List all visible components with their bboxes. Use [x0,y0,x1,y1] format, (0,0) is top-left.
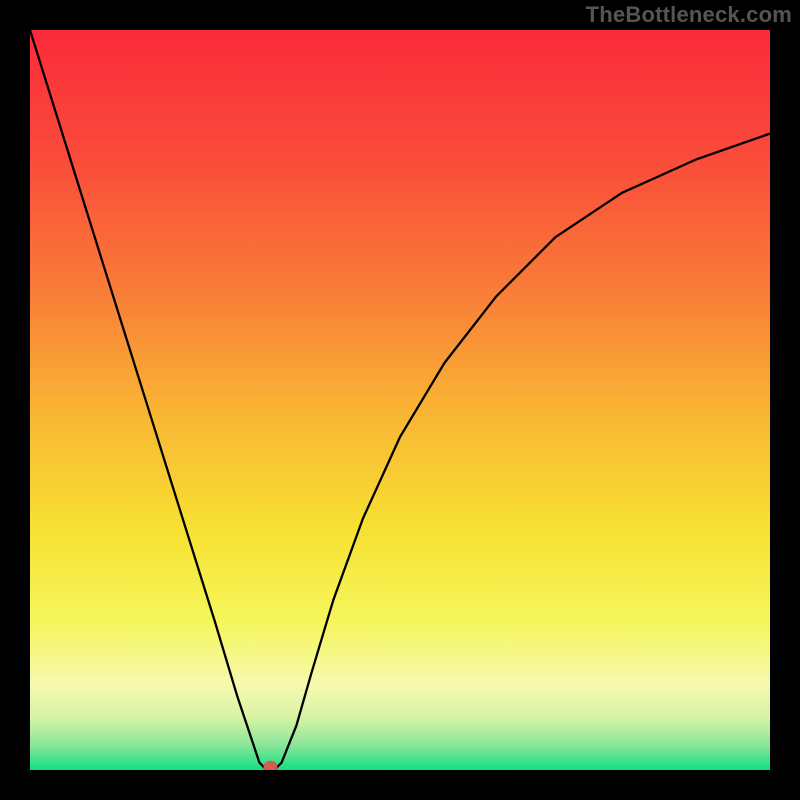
chart-frame: TheBottleneck.com [0,0,800,800]
watermark-text: TheBottleneck.com [586,2,792,28]
plot-area [30,30,770,770]
bottleneck-chart-svg [30,30,770,770]
gradient-background [30,30,770,770]
